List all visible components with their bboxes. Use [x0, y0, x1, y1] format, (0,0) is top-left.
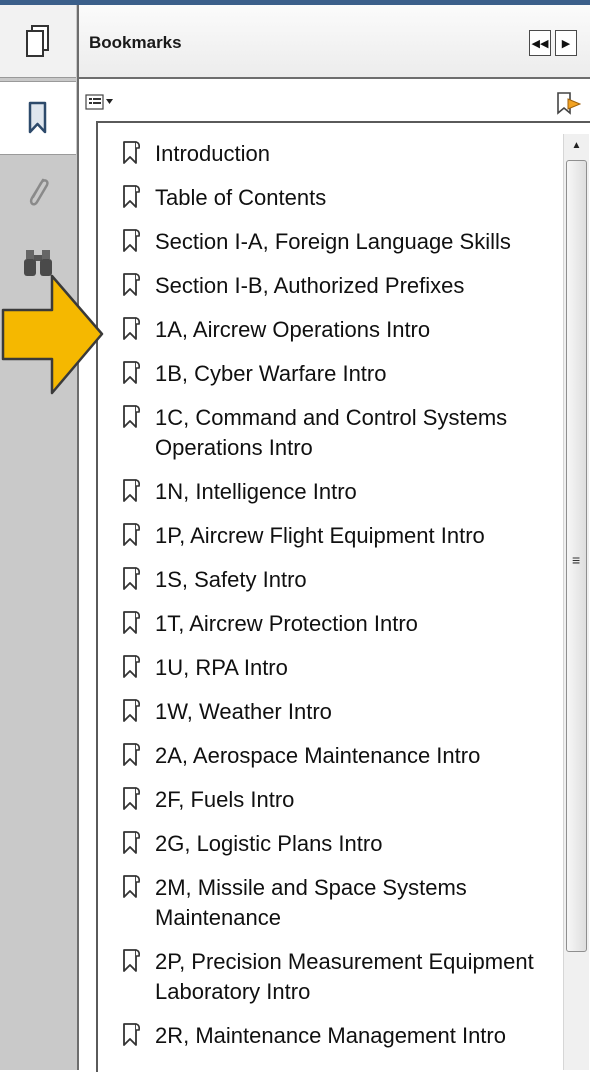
bookmark-icon	[123, 567, 140, 590]
bookmark-item[interactable]: 2A, Aerospace Maintenance Intro	[118, 741, 560, 771]
bookmark-icon	[123, 655, 140, 678]
bookmarks-panel-header: Bookmarks ◀◀ ▶	[79, 5, 590, 79]
bookmark-item[interactable]: Introduction	[118, 139, 560, 169]
right-arrow-icon: ▶	[561, 37, 571, 50]
bookmark-label: 1C, Command and Control Systems Operatio…	[155, 405, 508, 460]
bookmark-icon	[123, 479, 140, 502]
bookmark-tree: Introduction Table of Contents Section I…	[96, 121, 590, 1072]
bookmark-icon	[123, 273, 140, 296]
bookmark-icon	[123, 361, 140, 384]
bookmark-icon	[123, 1023, 140, 1046]
bookmark-label: 2A, Aerospace Maintenance Intro	[155, 743, 481, 768]
bookmark-icon	[123, 317, 140, 340]
bookmark-item[interactable]: 1W, Weather Intro	[118, 697, 560, 727]
pointer-arrow-icon	[1, 274, 104, 395]
bookmark-item[interactable]: 1U, RPA Intro	[118, 653, 560, 683]
bookmark-item[interactable]: 1B, Cyber Warfare Intro	[118, 359, 560, 389]
bookmark-item[interactable]: 2F, Fuels Intro	[118, 785, 560, 815]
pages-icon	[26, 25, 49, 57]
bookmark-item[interactable]: 2R, Maintenance Management Intro	[118, 1021, 560, 1051]
collapse-panel-button[interactable]: ◀◀	[529, 30, 551, 56]
attachments-tab[interactable]	[0, 163, 76, 223]
bookmark-label: 1T, Aircrew Protection Intro	[155, 611, 418, 636]
bookmarks-tab[interactable]	[0, 81, 76, 155]
options-menu-button[interactable]	[85, 93, 115, 113]
bookmark-item[interactable]: 2P, Precision Measurement Equipment Labo…	[118, 947, 560, 1007]
bookmark-item[interactable]: 1S, Safety Intro	[118, 565, 560, 595]
bookmark-icon	[123, 949, 140, 972]
bookmark-label: 1B, Cyber Warfare Intro	[155, 361, 387, 386]
bookmark-label: 1N, Intelligence Intro	[155, 479, 357, 504]
bookmark-item[interactable]: 2G, Logistic Plans Intro	[118, 829, 560, 859]
new-bookmark-icon	[557, 92, 582, 115]
bookmark-label: Section I-B, Authorized Prefixes	[155, 273, 465, 298]
bookmark-label: 2P, Precision Measurement Equipment Labo…	[155, 949, 534, 1004]
bookmark-item[interactable]: 1A, Aircrew Operations Intro	[118, 315, 560, 345]
bookmark-item[interactable]: Section I-A, Foreign Language Skills	[118, 227, 560, 257]
bookmark-icon	[123, 523, 140, 546]
bookmark-label: 1S, Safety Intro	[155, 567, 307, 592]
bookmark-item[interactable]: Table of Contents	[118, 183, 560, 213]
bookmark-label: Table of Contents	[155, 185, 327, 210]
grip-icon: ≡	[572, 552, 581, 568]
bookmark-icon	[123, 699, 140, 722]
scroll-up-arrow-icon[interactable]: ▲	[564, 134, 589, 156]
bookmark-label: Section I-A, Foreign Language Skills	[155, 229, 511, 254]
options-menu-icon	[85, 94, 113, 110]
scrollbar-thumb[interactable]: ≡	[566, 160, 587, 952]
bookmark-icon	[123, 611, 140, 634]
bookmark-label: Introduction	[155, 141, 270, 166]
bookmark-item[interactable]: Section I-B, Authorized Prefixes	[118, 271, 560, 301]
bookmark-label: 1U, RPA Intro	[155, 655, 288, 680]
bookmark-item[interactable]: 1P, Aircrew Flight Equipment Intro	[118, 521, 560, 551]
bookmark-label: 2G, Logistic Plans Intro	[155, 831, 383, 856]
bookmark-icon	[123, 831, 140, 854]
bookmark-icon	[123, 229, 140, 252]
bookmark-label: 1W, Weather Intro	[155, 699, 332, 724]
bookmark-label: 2M, Missile and Space Systems Maintenanc…	[155, 875, 467, 930]
bookmark-icon	[123, 141, 140, 164]
new-bookmark-button[interactable]	[555, 91, 582, 117]
paperclip-icon	[29, 178, 49, 206]
bookmark-list: Introduction Table of Contents Section I…	[118, 139, 560, 1065]
bookmark-label: 2R, Maintenance Management Intro	[155, 1023, 506, 1048]
bookmark-icon	[123, 743, 140, 766]
panel-title: Bookmarks	[89, 33, 182, 52]
bookmark-label: 2F, Fuels Intro	[155, 787, 295, 812]
double-left-arrow-icon: ◀◀	[531, 37, 549, 50]
bookmark-icon	[123, 787, 140, 810]
vertical-scrollbar[interactable]: ▲ ≡	[563, 134, 589, 1070]
bookmark-label: 1P, Aircrew Flight Equipment Intro	[155, 523, 485, 548]
pages-tab[interactable]	[0, 5, 76, 78]
bookmark-icon	[28, 101, 47, 134]
expand-panel-button[interactable]: ▶	[555, 30, 577, 56]
navigation-rail	[0, 5, 79, 1070]
bookmark-icon	[123, 875, 140, 898]
bookmark-item[interactable]: 2M, Missile and Space Systems Maintenanc…	[118, 873, 560, 933]
bookmark-item[interactable]: 1T, Aircrew Protection Intro	[118, 609, 560, 639]
bookmark-item[interactable]: 1N, Intelligence Intro	[118, 477, 560, 507]
bookmark-label: 1A, Aircrew Operations Intro	[155, 317, 431, 342]
bookmark-item[interactable]: 1C, Command and Control Systems Operatio…	[118, 403, 560, 463]
bookmark-icon	[123, 405, 140, 428]
bookmark-icon	[123, 185, 140, 208]
bookmarks-toolbar	[79, 79, 590, 121]
